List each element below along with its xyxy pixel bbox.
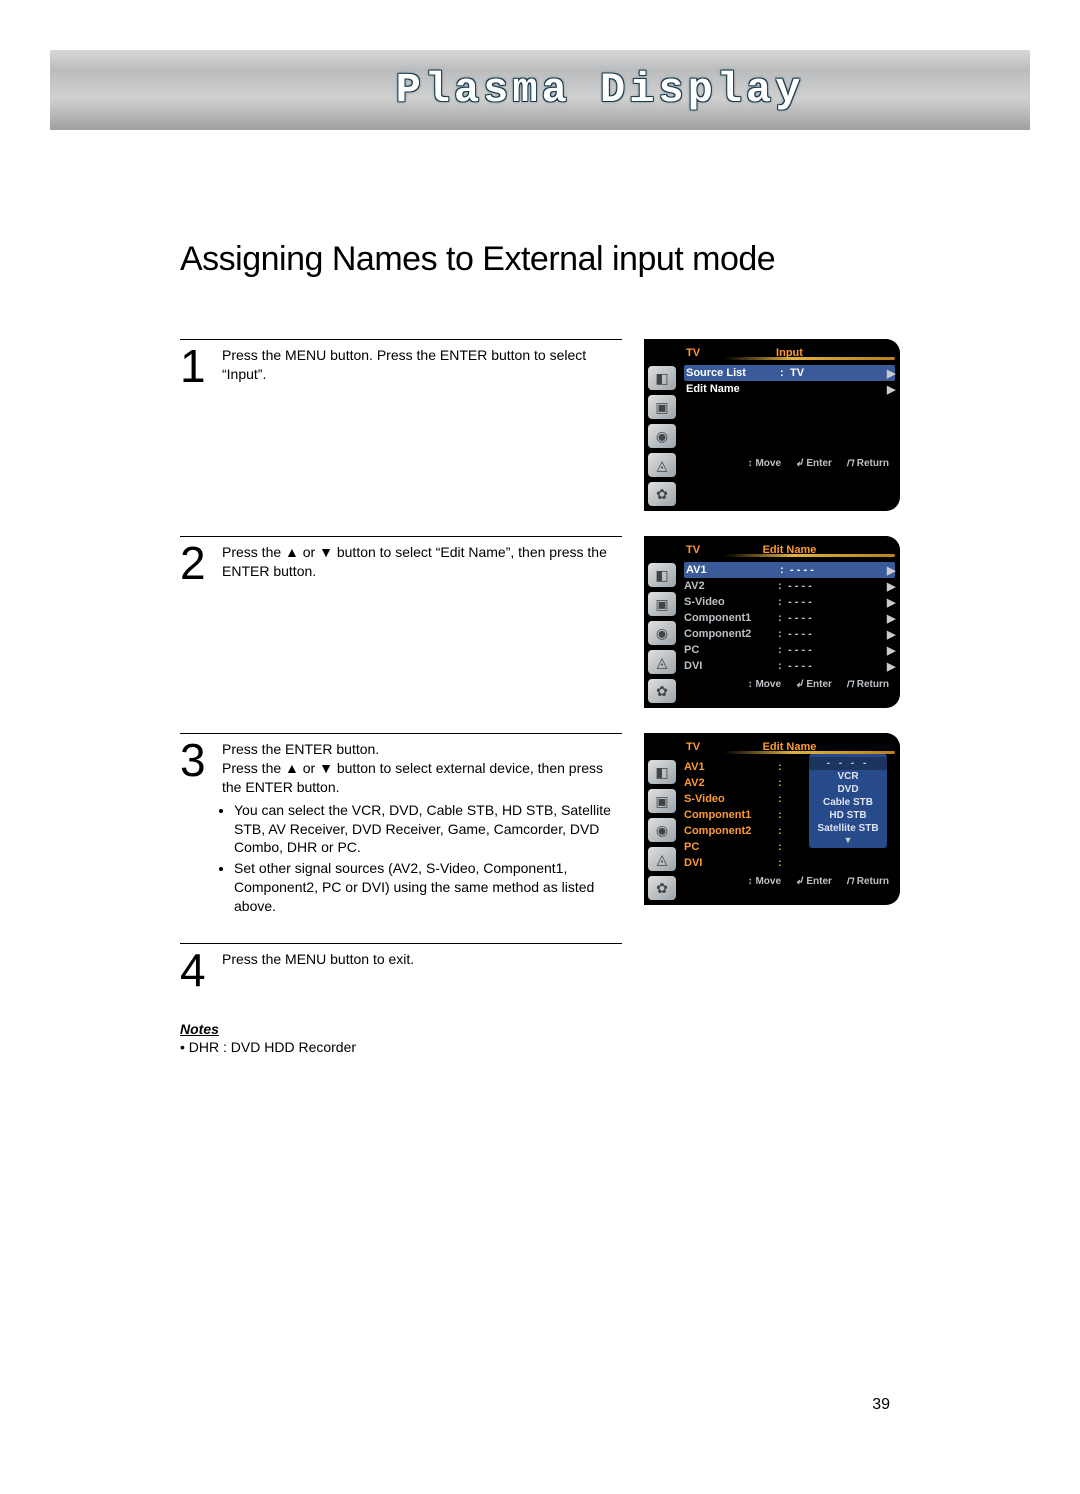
osd3-row-dvi[interactable]: DVI: [684,855,895,871]
setup-category-icon: ✿ [648,679,676,703]
step-1: 1 Press the MENU button. Press the ENTER… [180,339,900,511]
notes-item-1: DHR : DVD HDD Recorder [189,1039,356,1055]
osd1-row-edit-name[interactable]: Edit Name ▶ [684,381,895,397]
osd-edit-name-popup: ◧ ▣ ◉ ◬ ✿ TV Edit Name AV1: AV2: S-V [644,733,900,905]
channel-category-icon: ◬ [648,453,676,477]
osd2-footer: ↕Move ↲Enter ⊓Return [684,674,895,692]
step-4: 4 Press the MENU button to exit. [180,943,900,991]
osd1-row-source-list[interactable]: Source List : TV ▶ [684,365,895,381]
return-icon: ⊓ [846,876,854,887]
move-icon: ↕ [747,876,752,887]
osd2-row-av2[interactable]: AV2:- - - -▶ [684,578,895,594]
popup-item-satellite-stb[interactable]: Satellite STB [809,822,887,835]
step-1-text: Press the MENU button. Press the ENTER b… [222,346,622,387]
step-3: 3 Press the ENTER button. Press the ▲ or… [180,733,900,918]
channel-category-icon: ◬ [648,847,676,871]
step-4-number: 4 [180,950,212,991]
chevron-right-icon: ▶ [887,564,895,577]
enter-icon: ↲ [795,876,803,887]
banner-title: Plasma Display [396,66,805,114]
step-3-text: Press the ENTER button. Press the ▲ or ▼… [222,740,622,918]
chevron-right-icon: ▶ [887,596,895,609]
step-2: 2 Press the ▲ or ▼ button to select “Edi… [180,536,900,708]
move-icon: ↕ [747,458,752,469]
chevron-down-icon[interactable]: ▼ [809,835,887,845]
osd2-row-svideo[interactable]: S-Video:- - - -▶ [684,594,895,610]
chevron-right-icon: ▶ [887,580,895,593]
osd2-row-pc[interactable]: PC:- - - -▶ [684,642,895,658]
title-underline [724,554,895,557]
osd-input-menu: ◧ ▣ ◉ ◬ ✿ TV Input Source List [644,339,900,511]
page-banner: Plasma Display [50,50,1030,130]
osd-edit-name-list: ◧ ▣ ◉ ◬ ✿ TV Edit Name AV1:- - - -▶ [644,536,900,708]
sound-category-icon: ◉ [648,818,676,842]
setup-category-icon: ✿ [648,482,676,506]
osd1-source: TV [686,347,700,359]
popup-item-cable-stb[interactable]: Cable STB [809,796,887,809]
enter-icon: ↲ [795,679,803,690]
chevron-right-icon: ▶ [887,644,895,657]
osd3-source: TV [686,741,700,753]
return-icon: ⊓ [846,458,854,469]
osd2-row-component1[interactable]: Component1:- - - -▶ [684,610,895,626]
step-1-number: 1 [180,346,212,387]
sound-category-icon: ◉ [648,424,676,448]
notes-title: Notes [180,1021,219,1037]
osd1-footer: ↕Move ↲Enter ⊓Return [684,453,895,471]
picture-category-icon: ▣ [648,789,676,813]
osd2-row-component2[interactable]: Component2:- - - -▶ [684,626,895,642]
osd2-row-av1[interactable]: AV1:- - - -▶ [684,562,895,578]
picture-category-icon: ▣ [648,592,676,616]
osd3-footer: ↕Move ↲Enter ⊓Return [684,871,895,889]
input-category-icon: ◧ [648,563,676,587]
step-2-number: 2 [180,543,212,584]
setup-category-icon: ✿ [648,876,676,900]
notes-section: Notes • DHR : DVD HDD Recorder [180,1021,900,1055]
channel-category-icon: ◬ [648,650,676,674]
chevron-right-icon: ▶ [887,383,895,396]
chevron-right-icon: ▶ [887,367,895,380]
enter-icon: ↲ [795,458,803,469]
page-number: 39 [872,1396,890,1414]
popup-item-dvd[interactable]: DVD [809,783,887,796]
chevron-right-icon: ▶ [887,612,895,625]
osd2-row-dvi[interactable]: DVI:- - - -▶ [684,658,895,674]
popup-item-vcr[interactable]: VCR [809,770,887,783]
step-3-number: 3 [180,740,212,918]
device-name-popup: - - - - VCR DVD Cable STB HD STB Satelli… [809,754,887,848]
osd2-source: TV [686,544,700,556]
step-4-text: Press the MENU button to exit. [222,950,414,991]
chevron-right-icon: ▶ [887,660,895,673]
step-2-text: Press the ▲ or ▼ button to select “Edit … [222,543,622,584]
title-underline [724,357,895,360]
input-category-icon: ◧ [648,760,676,784]
move-icon: ↕ [747,679,752,690]
page-title: Assigning Names to External input mode [180,240,900,279]
input-category-icon: ◧ [648,366,676,390]
return-icon: ⊓ [846,679,854,690]
picture-category-icon: ▣ [648,395,676,419]
chevron-right-icon: ▶ [887,628,895,641]
popup-item-none[interactable]: - - - - [809,757,887,770]
sound-category-icon: ◉ [648,621,676,645]
popup-item-hd-stb[interactable]: HD STB [809,809,887,822]
